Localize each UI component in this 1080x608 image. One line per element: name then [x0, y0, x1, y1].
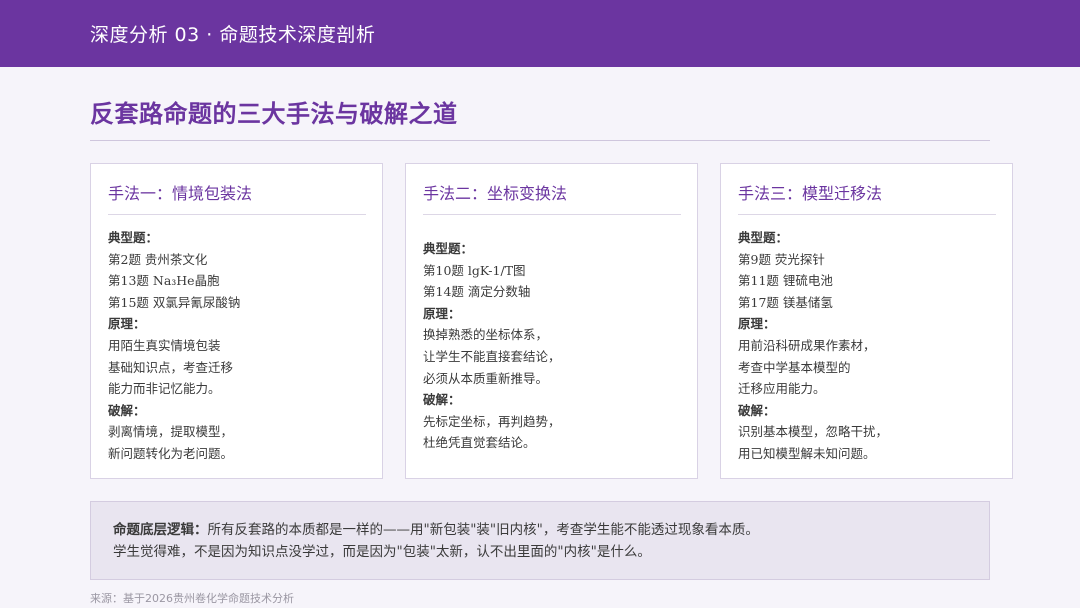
section-label: 典型题：: [423, 241, 474, 256]
section-label: 典型题：: [738, 230, 789, 245]
card-divider: [108, 214, 366, 215]
section-label: 破解：: [738, 402, 776, 418]
source-note: 来源：基于2026贵州卷化学命题技术分析: [90, 592, 294, 605]
card-line: 第13题 Na₃He晶胞: [108, 273, 220, 289]
summary-label: 命题底层逻辑：: [113, 522, 208, 538]
section-label: 破解：: [108, 402, 146, 418]
card-divider: [423, 214, 681, 215]
card-body: 典型题： 第9题 荧光探针 第11题 锂硫电池 第17题 镁基储氢 原理： 用前沿科研成果…: [738, 227, 996, 465]
card-line: 第9题 荧光探针: [738, 251, 825, 267]
summary-line-2: 学生觉得难，不是因为知识点没学过，而是因为"包装"太新，认不出里面的"内核"是什…: [113, 544, 651, 560]
card-line: 第11题 锂硫电池: [738, 273, 833, 289]
header-title: 深度分析 03 · 命题技术深度剖析: [90, 24, 376, 46]
card-line: 让学生不能直接套结论，: [423, 348, 561, 364]
summary-box: 命题底层逻辑：所有反套路的本质都是一样的——用"新包装"装"旧内核"，考查学生能…: [90, 501, 990, 580]
card-line: 必须从本质重新推导。: [423, 370, 549, 386]
summary-text-1: 所有反套路的本质都是一样的——用"新包装"装"旧内核"，考查学生能不能透过现象看…: [207, 522, 759, 538]
page-title: 反套路命题的三大手法与破解之道: [90, 99, 458, 128]
card-divider: [738, 214, 996, 215]
card-line: 考查中学基本模型的: [738, 359, 851, 375]
card-line: 新问题转化为老问题。: [108, 445, 234, 461]
card-title: 手法一：情境包装法: [108, 184, 253, 203]
card-line: 杜绝凭直觉套结论。: [423, 435, 536, 451]
card-line: 换掉熟悉的坐标体系，: [423, 327, 549, 343]
section-label: 原理：: [423, 305, 461, 321]
card-line: 识别基本模型，忽略干扰，: [738, 424, 889, 440]
card-title: 手法二：坐标变换法: [423, 184, 568, 203]
card-body: 典型题： 第2题 贵州茶文化 第13题 Na₃He晶胞第15题 双氯异氰尿酸钠 原理：…: [108, 227, 366, 465]
summary-line-1: 命题底层逻辑：所有反套路的本质都是一样的——用"新包装"装"旧内核"，考查学生能…: [113, 519, 967, 541]
header-bar: 深度分析 03 · 命题技术深度剖析: [0, 0, 1080, 67]
section-label: 破解：: [423, 392, 461, 408]
card-line: 基础知识点，考查迁移: [108, 359, 234, 375]
card-line: 第2题 贵州茶文化: [108, 251, 208, 267]
card-line: 第10题 lgK-1/T图: [423, 262, 526, 278]
card-line: 先标定坐标，再判趋势，: [423, 413, 561, 429]
section-label: 典型题：: [108, 230, 159, 245]
card-line: 能力而非记忆能力。: [108, 381, 221, 397]
card-title: 手法三：模型迁移法: [738, 184, 883, 203]
method-card-2: 手法二：坐标变换法 典型题： 第10题 lgK-1/T图 第14题 滴定分数轴 原理：…: [405, 163, 698, 479]
method-card-3: 手法三：模型迁移法 典型题： 第9题 荧光探针 第11题 锂硫电池 第17题 镁基储氢…: [720, 163, 1013, 479]
card-line: 用前沿科研成果作素材，: [738, 337, 876, 353]
card-line: 用陌生真实情境包装: [108, 337, 221, 353]
card-body: 典型题： 第10题 lgK-1/T图 第14题 滴定分数轴 原理： 换掉熟悉的坐标体系，…: [423, 238, 681, 454]
card-line: 第14题 滴定分数轴: [423, 284, 531, 300]
section-label: 原理：: [738, 316, 776, 332]
card-line: 第17题 镁基储氢: [738, 294, 833, 310]
card-line: 迁移应用能力。: [738, 381, 826, 397]
card-line: 剥离情境，提取模型，: [108, 424, 234, 440]
section-label: 原理：: [108, 316, 146, 332]
title-divider: [90, 140, 990, 141]
card-line: 第15题 双氯异氰尿酸钠: [108, 294, 241, 310]
method-card-1: 手法一：情境包装法 典型题： 第2题 贵州茶文化 第13题 Na₃He晶胞第15题 …: [90, 163, 383, 479]
card-line: 用已知模型解未知问题。: [738, 445, 876, 461]
